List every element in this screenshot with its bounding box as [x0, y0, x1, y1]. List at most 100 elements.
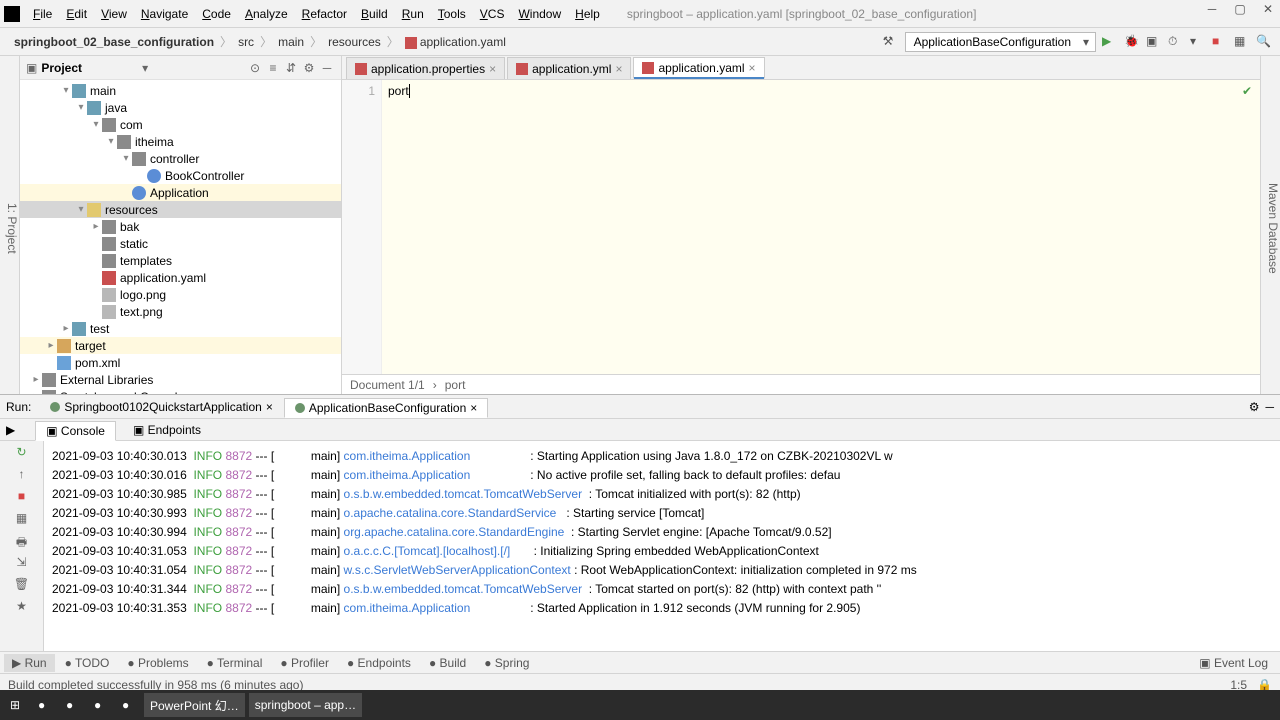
export-icon[interactable]: ⇲ — [14, 555, 30, 571]
run-config-select[interactable]: ApplicationBaseConfiguration — [905, 32, 1096, 52]
inspection-ok-icon[interactable]: ✔ — [1242, 84, 1252, 98]
run-tab-ApplicationBaseConfiguration[interactable]: ApplicationBaseConfiguration× — [284, 398, 488, 418]
event-log[interactable]: ▣ Event Log — [1191, 654, 1276, 672]
run-settings-icon[interactable]: ⚙ — [1249, 400, 1260, 414]
hide-icon[interactable]: ─ — [319, 61, 335, 75]
project-drop-icon[interactable]: ▣ — [26, 61, 37, 75]
taskbar-item-4[interactable]: ● — [116, 693, 140, 717]
bottom-tab-spring[interactable]: ● Spring — [476, 654, 537, 672]
tree-java[interactable]: ▾java — [20, 99, 341, 116]
up-icon[interactable]: ↑ — [14, 467, 30, 483]
bottom-tab-profiler[interactable]: ● Profiler — [272, 654, 337, 672]
menu-help[interactable]: Help — [568, 3, 607, 25]
settings-icon[interactable]: ⚙ — [301, 61, 317, 75]
menu-analyze[interactable]: Analyze — [238, 3, 295, 25]
tree-scratches-and-consoles[interactable]: ▸Scratches and Consoles — [20, 388, 341, 394]
breadcrumb-0[interactable]: springboot_02_base_configuration — [8, 33, 220, 51]
tree-templates[interactable]: templates — [20, 252, 341, 269]
tree-test[interactable]: ▸test — [20, 320, 341, 337]
taskbar-item-0[interactable]: ⊞ — [4, 693, 28, 717]
layout-icon[interactable]: ▦ — [1234, 34, 1250, 50]
tab-application-yaml[interactable]: application.yaml× — [633, 57, 764, 79]
breadcrumb-4[interactable]: application.yaml — [399, 33, 512, 51]
search-icon[interactable]: 🔍 — [1256, 34, 1272, 50]
stop-icon[interactable]: ■ — [1212, 34, 1228, 50]
menu-build[interactable]: Build — [354, 3, 395, 25]
tree-itheima[interactable]: ▾itheima — [20, 133, 341, 150]
tree-static[interactable]: static — [20, 235, 341, 252]
breadcrumb-1[interactable]: src — [232, 33, 260, 51]
console-output[interactable]: 2021-09-03 10:40:30.013 INFO 8872 --- [ … — [44, 441, 1280, 651]
bottom-tab-build[interactable]: ● Build — [421, 654, 474, 672]
menu-navigate[interactable]: Navigate — [134, 3, 195, 25]
tab-close-icon[interactable]: × — [489, 62, 496, 76]
tab-close-icon[interactable]: × — [749, 61, 756, 75]
tree-main[interactable]: ▾main — [20, 82, 341, 99]
tree-pom-xml[interactable]: pom.xml — [20, 354, 341, 371]
tree-text-png[interactable]: text.png — [20, 303, 341, 320]
close-button[interactable]: ✕ — [1258, 2, 1278, 16]
project-tree[interactable]: ▾main▾java▾com▾itheima▾controllerBookCon… — [20, 80, 341, 394]
tab-application-properties[interactable]: application.properties× — [346, 57, 505, 79]
tree-external-libraries[interactable]: ▸External Libraries — [20, 371, 341, 388]
tree-bak[interactable]: ▸bak — [20, 218, 341, 235]
bottom-tab-problems[interactable]: ● Problems — [119, 654, 196, 672]
run-subtab-console[interactable]: ▣ Console — [35, 421, 116, 441]
taskbar-item-5[interactable]: PowerPoint 幻… — [144, 693, 245, 717]
tree-application[interactable]: Application — [20, 184, 341, 201]
minimize-button[interactable]: ─ — [1202, 2, 1222, 16]
taskbar-item-1[interactable]: ● — [32, 693, 56, 717]
breadcrumb-2[interactable]: main — [272, 33, 310, 51]
collapse-icon[interactable]: ⇵ — [283, 61, 299, 75]
menu-vcs[interactable]: VCS — [473, 3, 512, 25]
tab-close-icon[interactable]: × — [615, 62, 622, 76]
attach-icon[interactable]: ▾ — [1190, 34, 1206, 50]
bottom-tab-endpoints[interactable]: ● Endpoints — [339, 654, 419, 672]
menu-file[interactable]: File — [26, 3, 59, 25]
print-icon[interactable]: 🖶 — [14, 533, 30, 549]
run-icon[interactable]: ▶ — [1102, 34, 1118, 50]
menu-edit[interactable]: Edit — [59, 3, 94, 25]
build-icon[interactable]: ⚒ — [883, 34, 899, 50]
trash-icon[interactable]: 🗑 — [14, 577, 30, 593]
taskbar-item-6[interactable]: springboot – app… — [249, 693, 362, 717]
left-tool-strip[interactable]: 1: Project — [0, 56, 20, 394]
bottom-tab-run[interactable]: ▶ Run — [4, 654, 55, 672]
maximize-button[interactable]: ▢ — [1230, 2, 1250, 16]
rerun-icon[interactable]: ▶ — [6, 423, 15, 437]
project-dropdown-icon[interactable]: ▾ — [142, 61, 148, 75]
tab-application-yml[interactable]: application.yml× — [507, 57, 631, 79]
tree-controller[interactable]: ▾controller — [20, 150, 341, 167]
tree-bookcontroller[interactable]: BookController — [20, 167, 341, 184]
resume-icon[interactable]: ↻ — [14, 445, 30, 461]
taskbar-item-3[interactable]: ● — [88, 693, 112, 717]
tree-com[interactable]: ▾com — [20, 116, 341, 133]
debug-icon[interactable]: 🐞 — [1124, 34, 1140, 50]
tree-resources[interactable]: ▾resources — [20, 201, 341, 218]
menu-run[interactable]: Run — [395, 3, 431, 25]
menu-window[interactable]: Window — [511, 3, 568, 25]
tree-logo-png[interactable]: logo.png — [20, 286, 341, 303]
help-icon[interactable]: ★ — [14, 599, 30, 615]
coverage-icon[interactable]: ▣ — [1146, 34, 1162, 50]
layout-icon[interactable]: ▦ — [14, 511, 30, 527]
expand-icon[interactable]: ≡ — [265, 61, 281, 75]
run-subtab-endpoints[interactable]: ▣ Endpoints — [122, 420, 212, 440]
taskbar-item-2[interactable]: ● — [60, 693, 84, 717]
run-tab-Springboot0102QuickstartApplication[interactable]: Springboot0102QuickstartApplication× — [39, 397, 283, 417]
breadcrumb-3[interactable]: resources — [322, 33, 387, 51]
menu-tools[interactable]: Tools — [431, 3, 473, 25]
bottom-tab-terminal[interactable]: ● Terminal — [199, 654, 271, 672]
menu-code[interactable]: Code — [195, 3, 238, 25]
tree-target[interactable]: ▸target — [20, 337, 341, 354]
menu-refactor[interactable]: Refactor — [295, 3, 354, 25]
run-hide-icon[interactable]: ─ — [1265, 400, 1274, 414]
stop-run-icon[interactable]: ■ — [14, 489, 30, 505]
menu-view[interactable]: View — [94, 3, 134, 25]
select-target-icon[interactable]: ⊙ — [247, 61, 263, 75]
bottom-tab-todo[interactable]: ● TODO — [57, 654, 118, 672]
right-tool-strip[interactable]: Maven Database — [1260, 56, 1280, 394]
editor-code[interactable]: port — [382, 80, 1260, 374]
tree-application-yaml[interactable]: application.yaml — [20, 269, 341, 286]
profile-icon[interactable]: ⏱ — [1168, 34, 1184, 50]
